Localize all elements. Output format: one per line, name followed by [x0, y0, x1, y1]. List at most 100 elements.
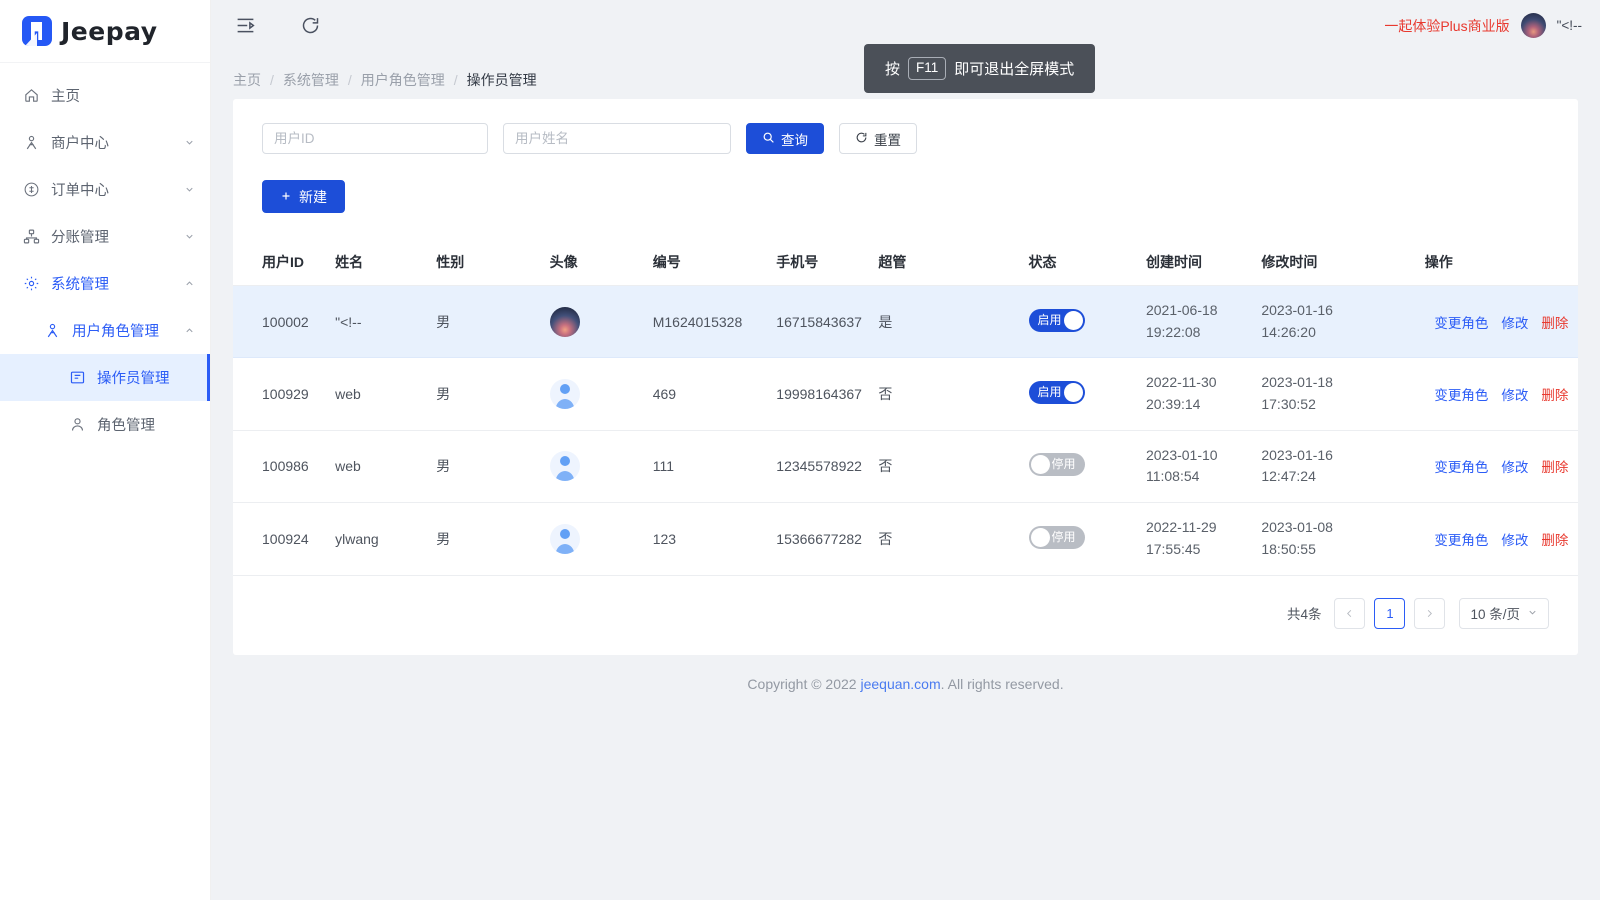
cell-sex: 男	[436, 503, 549, 575]
column-header-modify-time: 修改时间	[1261, 239, 1424, 286]
edit-link[interactable]: 修改	[1501, 456, 1528, 476]
brand-name: Jeepay	[61, 17, 158, 46]
user-avatar-photo-icon	[550, 307, 580, 337]
pagination-total: 共4条	[1287, 603, 1322, 623]
breadcrumb-item-home[interactable]: 主页	[233, 70, 261, 90]
cell-phone: 16715843637	[776, 286, 878, 358]
order-icon	[22, 181, 40, 199]
new-button[interactable]: 新建	[262, 180, 345, 213]
cell-state: 启用	[1029, 286, 1146, 358]
cell-state: 停用	[1029, 430, 1146, 502]
change-role-link[interactable]: 变更角色	[1434, 456, 1488, 476]
delete-link[interactable]: 删除	[1541, 384, 1568, 404]
reset-button[interactable]: 重置	[839, 123, 917, 154]
sidebar-item-merchant-center[interactable]: 商户中心	[0, 119, 210, 166]
delete-link[interactable]: 删除	[1541, 312, 1568, 332]
refresh-icon[interactable]	[298, 14, 322, 38]
table-row[interactable]: 100929web男46919998164367否启用2022-11-3020:…	[233, 358, 1578, 430]
delete-link[interactable]: 删除	[1541, 529, 1568, 549]
table-body: 100002"<!--男M162401532816715843637是启用202…	[233, 286, 1578, 576]
footer: Copyright © 2022 jeequan.com. All rights…	[233, 655, 1578, 720]
table-row[interactable]: 100924ylwang男12315366677282否停用2022-11-29…	[233, 503, 1578, 575]
state-toggle[interactable]: 启用	[1029, 309, 1085, 332]
page-size-select[interactable]: 10 条/页	[1459, 598, 1549, 629]
sidebar-item-label: 用户角色管理	[72, 320, 184, 341]
sidebar-item-system-management[interactable]: 系统管理	[0, 260, 210, 307]
cell-super-admin: 否	[878, 430, 1028, 502]
cell-avatar	[550, 430, 653, 502]
chevron-up-icon	[184, 325, 210, 336]
table-row[interactable]: 100002"<!--男M162401532816715843637是启用202…	[233, 286, 1578, 358]
search-button-label: 查询	[781, 129, 808, 149]
sidebar-item-label: 角色管理	[97, 414, 210, 435]
reset-icon	[855, 131, 868, 147]
pagination-next-button[interactable]	[1414, 598, 1445, 629]
column-header-user-id: 用户ID	[233, 239, 335, 286]
sidebar-menu: 主页 商户中心 订单中心	[0, 63, 210, 448]
sidebar-item-label: 主页	[51, 85, 210, 106]
plus-commercial-link[interactable]: 一起体验Plus商业版	[1384, 16, 1509, 36]
delete-link[interactable]: 删除	[1541, 456, 1568, 476]
user-role-icon	[43, 322, 61, 340]
user-avatar-icon[interactable]	[1521, 13, 1546, 38]
footer-link[interactable]: jeequan.com	[860, 676, 940, 692]
search-button[interactable]: 查询	[746, 123, 824, 154]
sidebar-item-home[interactable]: 主页	[0, 72, 210, 119]
change-role-link[interactable]: 变更角色	[1434, 384, 1488, 404]
pagination-page-1[interactable]: 1	[1374, 598, 1405, 629]
brand-logo[interactable]: Jeepay	[0, 0, 210, 63]
main-area: 一起体验Plus商业版 "<!-- 主页 / 系统管理 / 用户角色管理 / 操…	[211, 0, 1600, 900]
column-header-name: 姓名	[335, 239, 436, 286]
breadcrumb-separator: /	[270, 72, 274, 88]
state-toggle[interactable]: 停用	[1029, 453, 1085, 476]
jeepay-logo-icon	[22, 16, 52, 46]
user-avatar-placeholder-icon	[550, 451, 580, 481]
change-role-link[interactable]: 变更角色	[1434, 529, 1488, 549]
chevron-down-icon	[184, 231, 210, 242]
table-row[interactable]: 100986web男11112345578922否停用2023-01-1011:…	[233, 430, 1578, 502]
filter-bar: 查询 重置	[233, 123, 1578, 154]
footer-prefix: Copyright © 2022	[747, 676, 860, 692]
breadcrumb-item-system[interactable]: 系统管理	[283, 70, 339, 90]
cell-create-time: 2021-06-1819:22:08	[1146, 286, 1261, 358]
cell-sex: 男	[436, 358, 549, 430]
breadcrumb-item-user-role[interactable]: 用户角色管理	[361, 70, 445, 90]
pagination: 共4条 1 10 条/页	[233, 576, 1578, 655]
cell-name: web	[335, 358, 436, 430]
state-toggle[interactable]: 启用	[1029, 381, 1085, 404]
user-name-label[interactable]: "<!--	[1557, 18, 1582, 33]
sidebar-item-user-role-management[interactable]: 用户角色管理	[0, 307, 210, 354]
sidebar-item-role-management[interactable]: 角色管理	[0, 401, 210, 448]
search-input-user-name[interactable]	[503, 123, 731, 154]
table-header-row: 用户ID 姓名 性别 头像 编号 手机号 超管 状态 创建时间 修改时间 操作	[233, 239, 1578, 286]
cell-modify-time: 2023-01-1614:26:20	[1261, 286, 1424, 358]
edit-link[interactable]: 修改	[1501, 529, 1528, 549]
sidebar-item-order-center[interactable]: 订单中心	[0, 166, 210, 213]
cell-operation: 变更角色修改删除	[1425, 503, 1578, 575]
cell-avatar	[550, 286, 653, 358]
user-avatar-placeholder-icon	[550, 524, 580, 554]
user-avatar-placeholder-icon	[550, 379, 580, 409]
cell-super-admin: 否	[878, 358, 1028, 430]
sidebar-item-split-account[interactable]: 分账管理	[0, 213, 210, 260]
edit-link[interactable]: 修改	[1501, 312, 1528, 332]
pagination-prev-button[interactable]	[1334, 598, 1365, 629]
breadcrumb-separator: /	[454, 72, 458, 88]
cell-create-time: 2023-01-1011:08:54	[1146, 430, 1261, 502]
sidebar-item-operator-management[interactable]: 操作员管理	[0, 354, 210, 401]
edit-link[interactable]: 修改	[1501, 384, 1528, 404]
sidebar: Jeepay 主页 商户中心	[0, 0, 211, 900]
search-input-user-id[interactable]	[262, 123, 488, 154]
change-role-link[interactable]: 变更角色	[1434, 312, 1488, 332]
sidebar-item-label: 商户中心	[51, 132, 184, 153]
menu-fold-icon[interactable]	[233, 14, 257, 38]
operator-card: 查询 重置 新建	[233, 99, 1578, 655]
cell-operation: 变更角色修改删除	[1425, 358, 1578, 430]
toast-key-f11: F11	[908, 57, 946, 80]
breadcrumb-separator: /	[348, 72, 352, 88]
cell-user-id: 100924	[233, 503, 335, 575]
state-toggle[interactable]: 停用	[1029, 526, 1085, 549]
cell-number: 111	[653, 430, 777, 502]
toggle-knob	[1064, 383, 1083, 402]
state-toggle-label: 停用	[1052, 526, 1076, 549]
